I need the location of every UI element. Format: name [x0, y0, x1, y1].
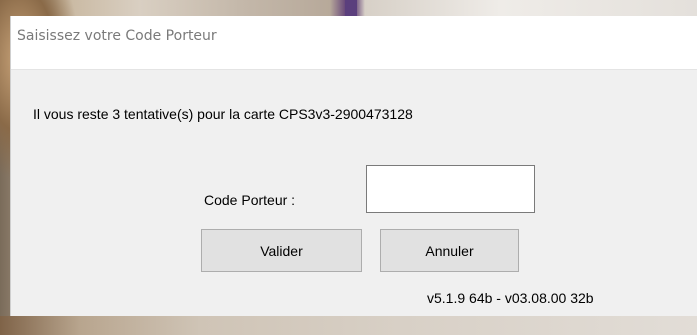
- code-porteur-input[interactable]: [366, 165, 535, 213]
- code-porteur-label: Code Porteur :: [204, 192, 296, 208]
- attempts-message: Il vous reste 3 tentative(s) pour la car…: [33, 106, 413, 122]
- dialog-titlebar[interactable]: Saisissez votre Code Porteur: [11, 16, 697, 70]
- valider-button[interactable]: Valider: [201, 229, 362, 272]
- background-bottom-strip: [0, 316, 697, 335]
- annuler-button[interactable]: Annuler: [380, 229, 519, 272]
- version-text: v5.1.9 64b - v03.08.00 32b: [427, 290, 594, 306]
- code-porteur-dialog: Saisissez votre Code Porteur Il vous res…: [10, 16, 697, 316]
- dialog-title: Saisissez votre Code Porteur: [17, 28, 217, 44]
